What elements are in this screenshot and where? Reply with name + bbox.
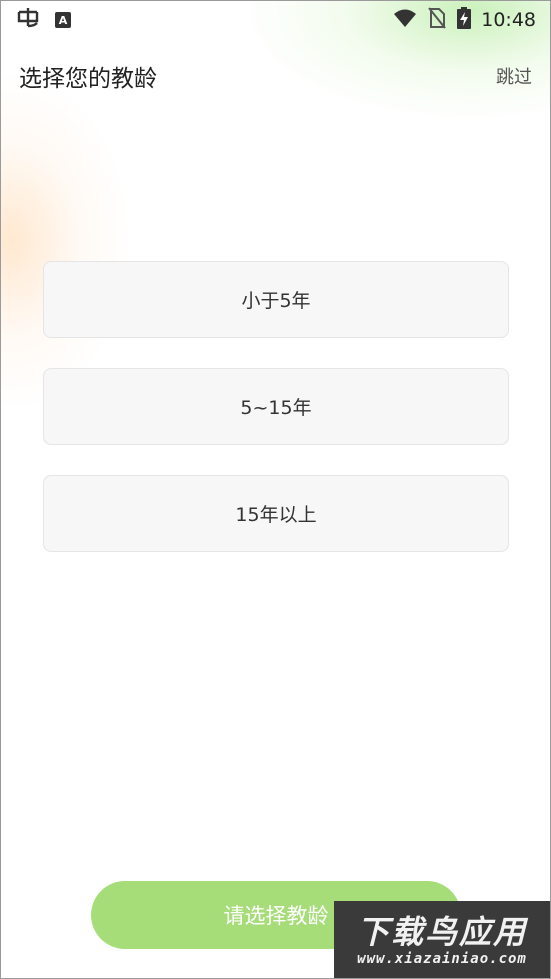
- status-time: 10:48: [481, 9, 536, 31]
- page-title: 选择您的教龄: [19, 66, 157, 92]
- teaching-age-options: 小于5年 5~15年 15年以上: [43, 261, 509, 582]
- battery-charging-icon: [457, 7, 472, 33]
- header: 选择您的教龄 跳过: [1, 56, 550, 96]
- status-right-icons: 10:48: [393, 7, 536, 33]
- a-app-icon: A: [55, 12, 71, 28]
- option-more-than-15-years[interactable]: 15年以上: [43, 475, 509, 552]
- status-bar: A 10:48: [1, 1, 550, 39]
- app-screen: A 10:48 选择您的教龄 跳过 小于5年 5~15年 15年以上 请选择教龄…: [0, 0, 551, 979]
- bug-app-icon: [15, 6, 41, 34]
- wifi-icon: [393, 8, 417, 32]
- watermark: 下载鸟应用 www.xiazainiao.com: [334, 901, 550, 978]
- watermark-url: www.xiazainiao.com: [357, 950, 527, 967]
- option-less-than-5-years[interactable]: 小于5年: [43, 261, 509, 338]
- watermark-title: 下载鸟应用: [356, 912, 527, 951]
- status-left-icons: A: [15, 6, 71, 34]
- skip-button[interactable]: 跳过: [496, 63, 532, 89]
- option-5-to-15-years[interactable]: 5~15年: [43, 368, 509, 445]
- no-sim-icon: [427, 7, 447, 33]
